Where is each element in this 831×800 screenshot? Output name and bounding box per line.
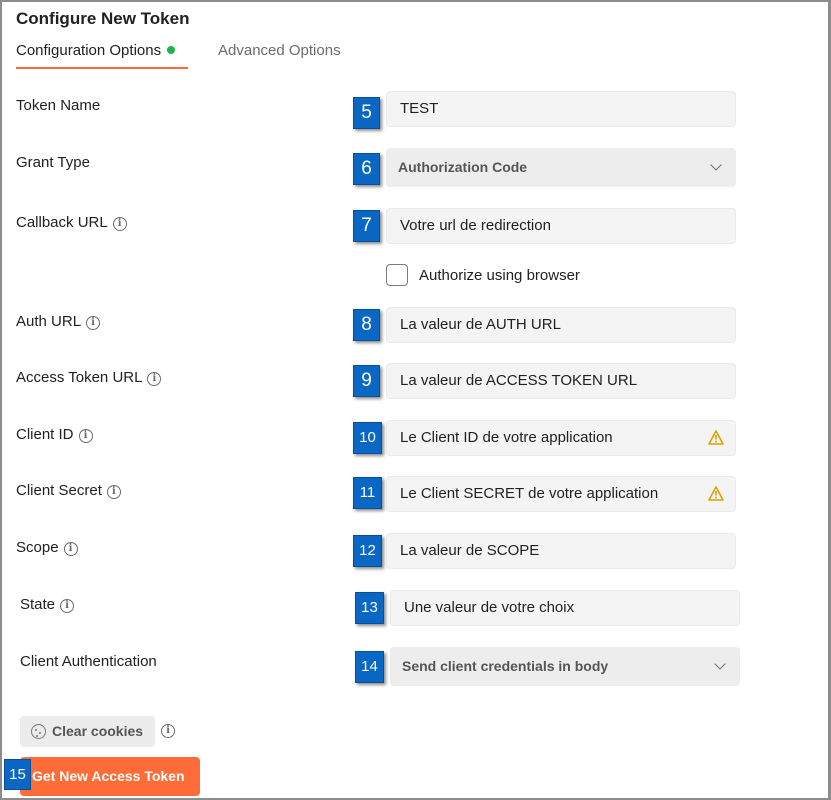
step-badge: 8 [353, 309, 380, 341]
client-authentication-select[interactable]: Send client credentials in body [390, 647, 740, 686]
client-authentication-value: Send client credentials in body [402, 658, 609, 674]
access-token-url-input[interactable]: La valeur de ACCESS TOKEN URL [386, 363, 736, 399]
step-badge: 14 [355, 651, 384, 683]
step-badge: 9 [353, 365, 380, 397]
client-id-input[interactable]: Le Client ID de votre application [386, 420, 736, 456]
info-icon[interactable]: i [60, 599, 75, 613]
clear-cookies-label: Clear cookies [52, 723, 144, 739]
clear-cookies-button[interactable]: Clear cookies [20, 716, 155, 747]
info-icon[interactable]: i [161, 724, 175, 738]
token-name-label: Token Name [16, 97, 101, 114]
tab-label: Configuration Options [16, 42, 162, 59]
warning-icon [708, 486, 724, 501]
step-badge: 7 [353, 210, 380, 242]
client-secret-value: Le Client SECRET de votre application [400, 485, 659, 502]
step-badge: 6 [353, 153, 380, 185]
status-dot-icon [167, 46, 176, 54]
client-id-value: Le Client ID de votre application [400, 429, 613, 446]
grant-type-select[interactable]: Authorization Code [386, 148, 736, 187]
step-badge: 10 [353, 422, 382, 454]
client-id-label: Client ID i [16, 426, 93, 443]
authorize-browser-label: Authorize using browser [419, 267, 580, 284]
get-new-access-token-button[interactable]: Get New Access Token [20, 757, 200, 796]
step-badge: 11 [353, 477, 382, 509]
auth-url-input[interactable]: La valeur de AUTH URL [386, 307, 736, 343]
info-icon[interactable]: i [86, 316, 101, 330]
grant-type-label: Grant Type [16, 154, 90, 171]
auth-url-label: Auth URL i [16, 313, 101, 330]
active-tab-indicator [16, 67, 188, 69]
info-icon[interactable]: i [106, 485, 121, 499]
client-secret-input[interactable]: Le Client SECRET de votre application [386, 476, 736, 512]
scope-input[interactable]: La valeur de SCOPE [386, 533, 736, 569]
step-badge: 13 [355, 592, 384, 624]
step-badge: 12 [353, 535, 382, 567]
info-icon[interactable]: i [63, 542, 78, 556]
info-icon[interactable]: i [147, 372, 162, 386]
info-icon[interactable]: i [112, 217, 127, 231]
warning-icon [708, 430, 724, 445]
state-label: State i [20, 596, 75, 613]
access-token-url-label: Access Token URL i [16, 369, 162, 386]
grant-type-value: Authorization Code [398, 159, 528, 175]
tab-label: Advanced Options [218, 42, 341, 59]
callback-url-label: Callback URL i [16, 214, 127, 231]
callback-url-label-text: Callback URL [16, 214, 108, 231]
scope-label-text: Scope [16, 539, 59, 556]
scope-label: Scope i [16, 539, 78, 556]
tab-configuration-options[interactable]: Configuration Options [16, 42, 176, 59]
info-icon[interactable]: i [78, 429, 93, 443]
client-secret-label: Client Secret i [16, 482, 121, 499]
state-label-text: State [20, 596, 56, 613]
access-token-url-label-text: Access Token URL [16, 369, 143, 386]
auth-url-label-text: Auth URL [16, 313, 82, 330]
client-secret-label-text: Client Secret [16, 482, 102, 499]
step-badge: 15 [4, 759, 31, 790]
dialog-title: Configure New Token [16, 9, 190, 28]
tab-advanced-options[interactable]: Advanced Options [218, 42, 341, 59]
get-token-label: Get New Access Token [32, 768, 185, 784]
token-name-input[interactable]: TEST [386, 91, 736, 127]
client-id-label-text: Client ID [16, 426, 74, 443]
chevron-down-icon [710, 159, 722, 171]
step-badge: 5 [353, 97, 380, 129]
authorize-browser-checkbox[interactable] [386, 264, 408, 286]
state-input[interactable]: Une valeur de votre choix [390, 590, 740, 626]
cookie-icon [31, 724, 46, 739]
callback-url-input[interactable]: Votre url de redirection [386, 208, 736, 244]
chevron-down-icon [714, 658, 726, 670]
client-authentication-label: Client Authentication [20, 653, 157, 670]
